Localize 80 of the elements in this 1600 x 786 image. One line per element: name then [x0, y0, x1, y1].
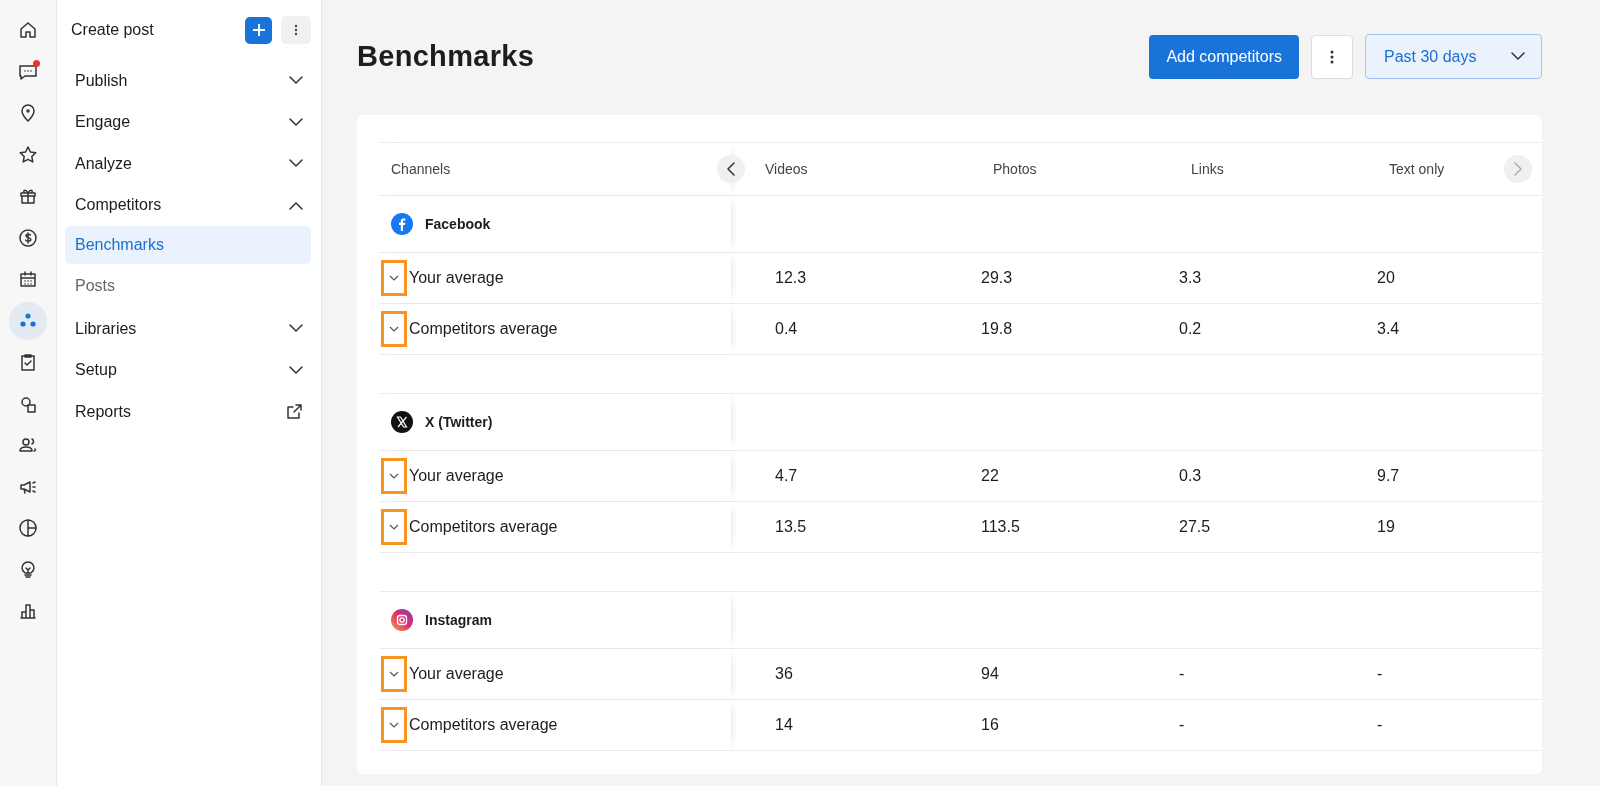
pie-chart-icon — [17, 517, 39, 539]
nav-item[interactable]: Engage — [65, 101, 311, 143]
nav-item[interactable]: Libraries — [65, 308, 311, 350]
table-cell: 9.7 — [1377, 467, 1400, 484]
table-cell: 94 — [981, 665, 999, 682]
chevron-down-icon — [389, 473, 399, 479]
row-label: Competitors average — [409, 320, 558, 338]
nav-subitem[interactable]: Benchmarks — [65, 226, 311, 264]
add-competitors-button[interactable]: Add competitors — [1149, 34, 1299, 79]
calendar-icon — [17, 268, 39, 290]
more-vertical-icon — [294, 24, 298, 36]
chevron-down-icon — [289, 76, 303, 86]
column-header: Photos — [992, 161, 1037, 177]
table-cell: - — [1377, 665, 1383, 682]
chevron-left-icon — [727, 162, 735, 176]
table-cell: - — [1377, 716, 1383, 733]
scroll-left-button[interactable] — [717, 155, 745, 183]
chevron-down-icon — [289, 159, 303, 169]
nav-item[interactable]: Publish — [65, 60, 311, 102]
create-post-label: Create post — [71, 21, 155, 39]
table-cell: 12.3 — [775, 269, 807, 286]
column-header: Links — [1190, 161, 1224, 177]
chevron-down-icon — [389, 275, 399, 281]
table-cell: 16 — [981, 716, 999, 733]
table-cell: 22 — [981, 467, 999, 484]
row-label: Competitors average — [409, 716, 558, 734]
nav-item[interactable]: Analyze — [65, 143, 311, 185]
external-link-icon — [286, 403, 303, 421]
chevron-down-icon — [389, 722, 399, 728]
chevron-right-icon — [1514, 162, 1522, 176]
chevron-down-icon — [389, 326, 399, 332]
table-cell: 19.8 — [981, 320, 1013, 337]
create-post-button[interactable] — [245, 16, 272, 44]
column-header: Channels — [390, 161, 451, 177]
chevron-down-icon — [389, 671, 399, 677]
table-cell: 3.4 — [1377, 320, 1400, 337]
x-logo-icon — [391, 411, 413, 433]
nav-item[interactable]: Reports — [65, 391, 311, 433]
chevron-down-icon — [1511, 52, 1525, 61]
row-label: Your average — [409, 665, 504, 683]
home-icon — [17, 19, 39, 41]
chevron-down-icon — [389, 524, 399, 530]
table-cell: 29.3 — [981, 269, 1013, 286]
star-icon — [17, 143, 39, 166]
date-range-dropdown[interactable]: Past 30 days — [1365, 34, 1542, 79]
dollar-icon — [17, 226, 39, 249]
chevron-up-icon — [289, 200, 303, 210]
row-label: Your average — [409, 467, 504, 485]
table-cell: 0.4 — [775, 320, 798, 337]
column-header: Text only — [1388, 161, 1445, 177]
table-cell: 0.2 — [1179, 320, 1202, 337]
table-cell: 36 — [775, 665, 793, 682]
chevron-down-icon — [289, 365, 303, 375]
nav-subitem[interactable]: Posts — [65, 267, 311, 305]
nav-item[interactable]: Competitors — [65, 184, 311, 226]
column-header: Videos — [765, 161, 808, 177]
more-vertical-icon — [1330, 49, 1334, 64]
table-cell: 20 — [1377, 269, 1395, 286]
row-label: Your average — [409, 269, 504, 287]
table-cell: 3.3 — [1179, 269, 1202, 286]
table-cell: 113.5 — [981, 518, 1020, 535]
instagram-logo-icon — [391, 609, 413, 631]
table-cell: 0.3 — [1179, 467, 1202, 484]
chevron-down-icon — [289, 324, 303, 334]
table-cell: 4.7 — [775, 467, 798, 484]
channel-name: X (Twitter) — [425, 414, 493, 430]
channel-name: Instagram — [425, 612, 492, 628]
table-cell: - — [1179, 716, 1185, 733]
facebook-logo-icon — [391, 213, 413, 235]
nav-item[interactable]: Setup — [65, 349, 311, 391]
table-cell: 19 — [1377, 518, 1395, 535]
table-cell: 14 — [775, 716, 793, 733]
table-cell: 13.5 — [775, 518, 807, 535]
plus-icon — [251, 23, 266, 37]
row-label: Competitors average — [409, 518, 558, 536]
chevron-down-icon — [289, 117, 303, 127]
table-cell: - — [1179, 665, 1185, 682]
page-title: Benchmarks — [357, 40, 536, 73]
channel-name: Facebook — [425, 216, 491, 232]
table-cell: 27.5 — [1179, 518, 1211, 535]
